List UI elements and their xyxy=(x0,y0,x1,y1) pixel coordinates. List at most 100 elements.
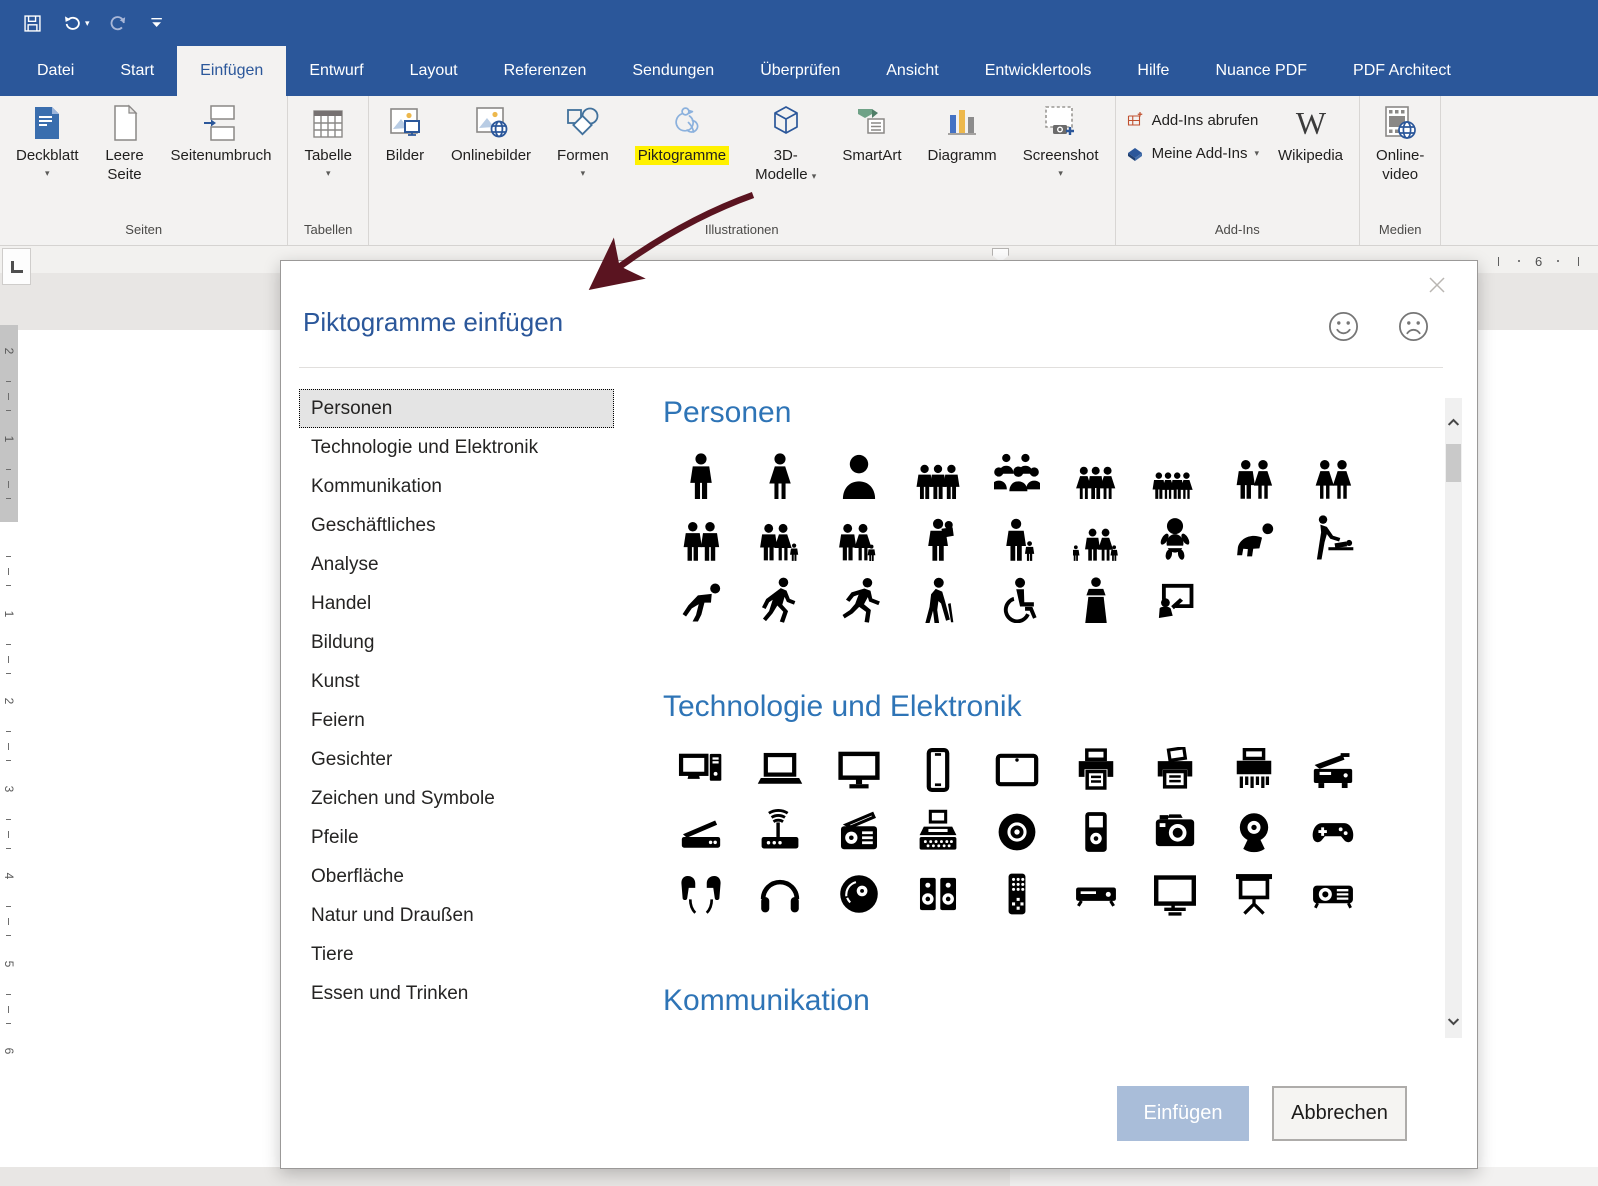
icon-person-bust[interactable] xyxy=(819,445,898,507)
ribbon-button-bilder[interactable]: Bilder xyxy=(372,96,438,222)
redo-icon[interactable] xyxy=(108,13,129,34)
ribbon-button-seitenumbruch[interactable]: Seitenumbruch xyxy=(158,96,285,222)
ribbon-button-wikipedia[interactable]: W Wikipedia xyxy=(1265,96,1356,222)
scroll-down-icon[interactable] xyxy=(1445,1013,1462,1030)
icon-man[interactable] xyxy=(661,445,740,507)
category-item-personen[interactable]: Personen xyxy=(299,389,614,428)
tab-sendungen[interactable]: Sendungen xyxy=(609,46,737,96)
ribbon-button-diagramm[interactable]: Diagramm xyxy=(915,96,1010,222)
dialog-scrollbar[interactable] xyxy=(1445,398,1462,1038)
tab-referenzen[interactable]: Referenzen xyxy=(481,46,610,96)
save-icon[interactable] xyxy=(22,13,43,34)
ribbon-button-piktogramme[interactable]: Piktogramme xyxy=(622,96,742,222)
icon-couple-men[interactable] xyxy=(661,507,740,569)
icon-baby-changing-table[interactable] xyxy=(1293,507,1372,569)
icon-parent-carrying-baby[interactable] xyxy=(898,507,977,569)
tab-datei[interactable]: Datei xyxy=(14,46,97,96)
cancel-button[interactable]: Abbrechen xyxy=(1272,1086,1407,1141)
icon-earbuds[interactable] xyxy=(661,863,740,925)
icon-group-four-people[interactable] xyxy=(1135,445,1214,507)
feedback-sad-icon[interactable] xyxy=(1397,310,1430,343)
ribbon-button-smartart[interactable]: SmartArt xyxy=(829,96,914,222)
icon-person-crouching[interactable] xyxy=(661,569,740,631)
icon-desktop-computer[interactable] xyxy=(661,739,740,801)
category-item-gesch-ftliches[interactable]: Geschäftliches xyxy=(299,506,614,545)
icon-copier[interactable] xyxy=(1293,739,1372,801)
icon-vinyl-record[interactable] xyxy=(819,863,898,925)
category-item-feiern[interactable]: Feiern xyxy=(299,701,614,740)
tab-berpr-fen[interactable]: Überprüfen xyxy=(737,46,863,96)
category-item-kommunikation[interactable]: Kommunikation xyxy=(299,467,614,506)
icon-group-three-mixed[interactable] xyxy=(1056,445,1135,507)
icon-family-with-child[interactable] xyxy=(740,507,819,569)
category-item-pfeile[interactable]: Pfeile xyxy=(299,818,614,857)
icon-speaker-at-podium[interactable] xyxy=(1056,569,1135,631)
category-item-bildung[interactable]: Bildung xyxy=(299,623,614,662)
icon-tablet[interactable] xyxy=(977,739,1056,801)
icon-family-holding-child[interactable] xyxy=(819,507,898,569)
ribbon-button-screenshot[interactable]: Screenshot ▾ xyxy=(1010,96,1112,222)
tab-layout[interactable]: Layout xyxy=(387,46,481,96)
icon-person-walking[interactable] xyxy=(740,569,819,631)
icon-game-controller[interactable] xyxy=(1293,801,1372,863)
icon-dvd-player[interactable] xyxy=(1056,863,1135,925)
icon-television[interactable] xyxy=(1135,863,1214,925)
ribbon-button-formen[interactable]: Formen ▾ xyxy=(544,96,622,222)
undo-icon[interactable]: ▾ xyxy=(61,13,90,34)
ribbon-button-deckblatt[interactable]: Deckblatt ▾ xyxy=(3,96,92,222)
icon-typewriter[interactable] xyxy=(898,801,977,863)
icon-wheelchair-user[interactable] xyxy=(977,569,1056,631)
icon-monitor[interactable] xyxy=(819,739,898,801)
icon-laptop[interactable] xyxy=(740,739,819,801)
insert-button[interactable]: Einfügen xyxy=(1117,1086,1249,1141)
tab-hilfe[interactable]: Hilfe xyxy=(1114,46,1192,96)
icon-presenter-whiteboard[interactable] xyxy=(1135,569,1214,631)
icon-portable-media-player[interactable] xyxy=(1056,801,1135,863)
icon-person-running[interactable] xyxy=(819,569,898,631)
tab-einf-gen[interactable]: Einfügen xyxy=(177,46,287,96)
tab-nuance-pdf[interactable]: Nuance PDF xyxy=(1192,46,1330,96)
icon-fax-machine[interactable] xyxy=(1135,739,1214,801)
tab-entwurf[interactable]: Entwurf xyxy=(286,46,386,96)
icon-printer[interactable] xyxy=(1056,739,1135,801)
scrollbar-thumb[interactable] xyxy=(1446,444,1461,482)
ribbon-button-leere-seite[interactable]: Leere Seite xyxy=(92,96,158,222)
icon-parent-with-child[interactable] xyxy=(977,507,1056,569)
icon-couple[interactable] xyxy=(1214,445,1293,507)
tab-selector-button[interactable] xyxy=(2,248,31,285)
ribbon-button-meine-add-ins[interactable]: Meine Add-Ins ▾ xyxy=(1125,143,1259,163)
icon-headphones[interactable] xyxy=(740,863,819,925)
category-item-oberfl-che[interactable]: Oberfläche xyxy=(299,857,614,896)
category-item-tiere[interactable]: Tiere xyxy=(299,935,614,974)
tab-pdf-architect[interactable]: PDF Architect xyxy=(1330,46,1474,96)
ribbon-button-add-ins-abrufen[interactable]: Add-Ins abrufen xyxy=(1125,110,1259,130)
icon-people-crowd[interactable] xyxy=(977,445,1056,507)
category-item-technologie-und-elektronik[interactable]: Technologie und Elektronik xyxy=(299,428,614,467)
category-item-zeichen-und-symbole[interactable]: Zeichen und Symbole xyxy=(299,779,614,818)
category-item-analyse[interactable]: Analyse xyxy=(299,545,614,584)
scroll-up-icon[interactable] xyxy=(1445,414,1462,431)
icon-elderly-with-cane[interactable] xyxy=(898,569,977,631)
icon-smartphone[interactable] xyxy=(898,739,977,801)
icon-radio[interactable] xyxy=(819,801,898,863)
icon-baby-crawling[interactable] xyxy=(1214,507,1293,569)
tab-entwicklertools[interactable]: Entwicklertools xyxy=(962,46,1115,96)
icon-webcam[interactable] xyxy=(1214,801,1293,863)
category-item-kunst[interactable]: Kunst xyxy=(299,662,614,701)
close-icon[interactable] xyxy=(1425,274,1449,298)
category-item-natur-und-drau-en[interactable]: Natur und Draußen xyxy=(299,896,614,935)
icon-shredder[interactable] xyxy=(1214,739,1293,801)
ribbon-button-onlinebilder[interactable]: Onlinebilder xyxy=(438,96,544,222)
icon-group-three-men[interactable] xyxy=(898,445,977,507)
icon-cd[interactable] xyxy=(977,801,1056,863)
icon-remote-control[interactable] xyxy=(977,863,1056,925)
icon-scanner[interactable] xyxy=(661,801,740,863)
tab-start[interactable]: Start xyxy=(97,46,177,96)
icon-projection-screen[interactable] xyxy=(1214,863,1293,925)
icon-projector[interactable] xyxy=(1293,863,1372,925)
customize-toolbar-icon[interactable] xyxy=(147,13,168,34)
icon-couple-women[interactable] xyxy=(1293,445,1372,507)
icon-speakers[interactable] xyxy=(898,863,977,925)
ribbon-button-3d-modelle[interactable]: 3D- Modelle ▾ xyxy=(742,96,829,222)
icon-baby[interactable] xyxy=(1135,507,1214,569)
